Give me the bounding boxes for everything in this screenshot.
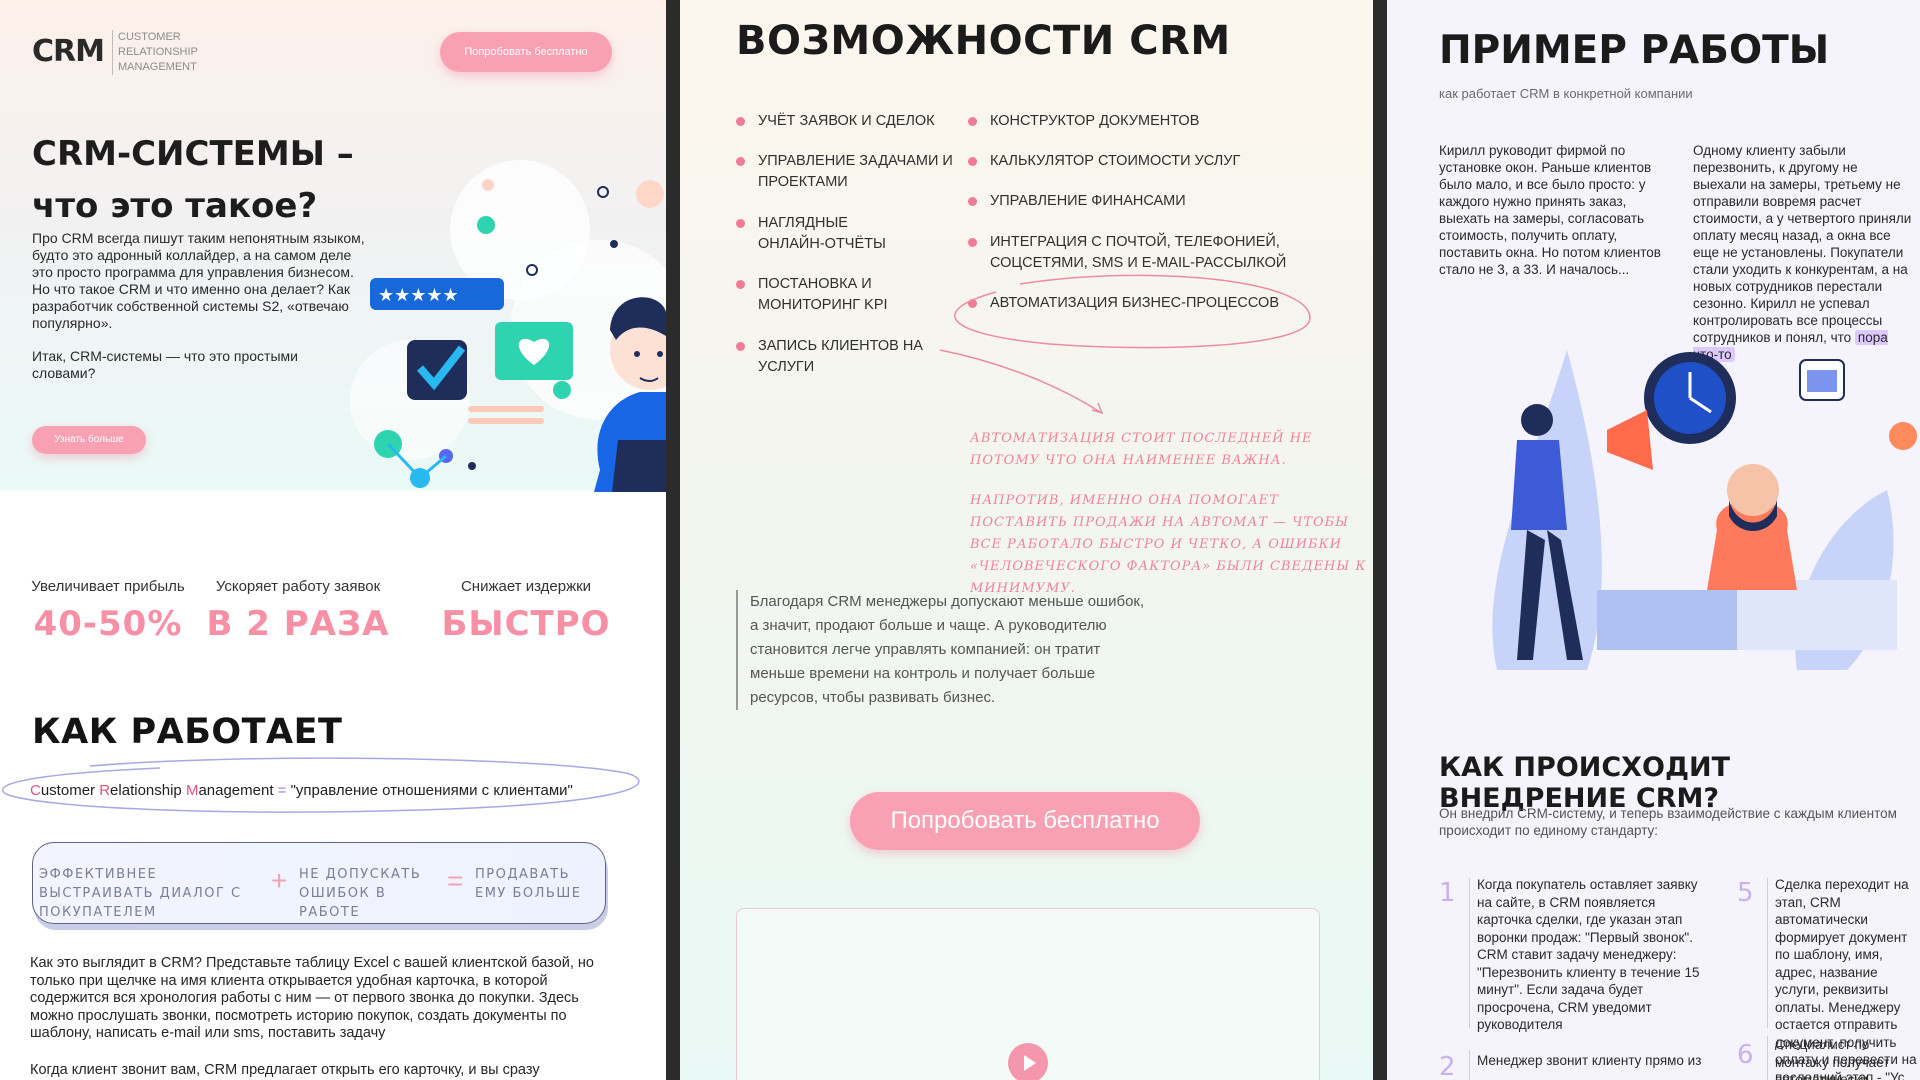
- example-subtitle: как работает CRM в конкретной компании: [1439, 86, 1693, 101]
- stat-label-costs: Снижает издержки: [460, 578, 592, 595]
- step-text: Менеджер звонит клиенту прямо из: [1477, 1053, 1702, 1068]
- crm-word-management: anagement: [198, 782, 274, 799]
- megaphone-icon: [1607, 410, 1653, 470]
- how-it-works-title: КАК РАБОТАЕТ: [32, 712, 343, 752]
- feature-item: ИНТЕГРАЦИЯ С ПОЧТОЙ, ТЕЛЕФОНИЕЙ, СОЦСЕТЯ…: [968, 232, 1290, 274]
- feature-item: УПРАВЛЕНИЕ ЗАДАЧАМИ И ПРОЕКТАМИ: [736, 151, 958, 193]
- stat-value-profit: 40-50%: [33, 604, 183, 644]
- example-title: ПРИМЕР РАБОТЫ: [1439, 28, 1830, 73]
- case-problems-body: Одному клиенту забыли перезвонить, к дру…: [1693, 143, 1912, 345]
- step-divider: [1767, 878, 1768, 1028]
- step-number: 2: [1439, 1052, 1456, 1080]
- dot-icon: [636, 180, 664, 208]
- formula-plus: +: [271, 865, 288, 896]
- hero-intro-text-2: Итак, CRM-системы — что это простыми сло…: [32, 348, 298, 381]
- try-free-button[interactable]: Попробовать бесплатно: [850, 792, 1200, 850]
- case-problems-text: Одному клиенту забыли перезвонить, к дру…: [1693, 142, 1913, 363]
- formula-item-no-errors: НЕ ДОПУСКАТЬ ОШИБОК В РАБОТЕ: [299, 867, 422, 920]
- crm-explanation-text: Как это выглядит в CRM? Представьте табл…: [30, 955, 594, 1041]
- crm-explanation-text-2: Когда клиент звонит вам, CRM предлагает …: [30, 1062, 540, 1078]
- feature-item: ЗАПИСЬ КЛИЕНТОВ НА УСЛУГИ: [736, 336, 923, 378]
- stars-icon: ★★★★★: [378, 285, 459, 306]
- crm-letter-c: C: [30, 782, 41, 799]
- feature-item: НАГЛЯДНЫЕ ОНЛАЙН-ОТЧЁТЫ: [736, 213, 918, 255]
- case-story-text: Кирилл руководит фирмой по установке око…: [1439, 143, 1661, 277]
- step-divider: [1767, 1036, 1768, 1080]
- logo-subtitle: CUSTOMER RELATIONSHIP MANAGEMENT: [112, 30, 212, 75]
- crm-letter-m: M: [185, 782, 199, 799]
- step-text: Когда покупатель оставляет заявку на сай…: [1477, 877, 1700, 1032]
- step-divider: [1469, 1050, 1470, 1080]
- step-number: 5: [1737, 878, 1754, 908]
- hero-title-line1: CRM-СИСТЕМЫ –: [32, 134, 354, 174]
- panel-crm-features: ВОЗМОЖНОСТИ CRM УЧЁТ ЗАЯВОК И СДЕЛОК УПР…: [680, 0, 1373, 1080]
- dot-icon: [482, 179, 494, 191]
- handwritten-note-1: Автоматизация стоит последней не потому …: [970, 431, 1313, 468]
- crm-meaning: "управление отношениями с клиентами": [290, 782, 573, 799]
- header-try-free-button[interactable]: Попробовать бесплатно: [440, 32, 612, 72]
- stat-label-profit: Увеличивает прибыль: [31, 578, 185, 595]
- crm-word-relationship: elationship: [110, 782, 186, 799]
- hero-illustration: ★★★★★: [350, 160, 666, 492]
- feature-item: ПОСТАНОВКА И МОНИТОРИНГ KPI: [736, 274, 908, 316]
- feature-item: КАЛЬКУЛЯТОР СТОИМОСТИ УСЛУГ: [968, 151, 1290, 172]
- feature-item: УЧЁТ ЗАЯВОК И СДЕЛОК: [736, 111, 978, 132]
- hand-drawn-circle-arrow: [939, 274, 1311, 415]
- hero-intro-text: Про CRM всегда пишут таким непонятным яз…: [32, 230, 365, 331]
- stat-value-speed: В 2 РАЗА: [206, 604, 390, 644]
- hero-title-line2: что это такое?: [32, 186, 318, 226]
- lightbulb-icon: [1889, 422, 1917, 450]
- feature-item: КОНСТРУКТОР ДОКУМЕНТОВ: [968, 111, 1290, 132]
- handwritten-note-2: Напротив, именно она помогает поставить …: [970, 493, 1367, 596]
- step-divider: [1469, 878, 1470, 1028]
- panel-crm-intro: CRM CUSTOMER RELATIONSHIP MANAGEMENT Поп…: [0, 0, 666, 1080]
- stat-value-costs: БЫСТРО: [441, 604, 611, 644]
- dot-icon: [610, 240, 618, 248]
- dot-icon: [477, 216, 495, 234]
- feature-item: УПРАВЛЕНИЕ ФИНАНСАМИ: [968, 191, 1290, 212]
- learn-more-button[interactable]: Узнать больше: [32, 426, 146, 454]
- ring-icon: [597, 186, 609, 198]
- step-number: 6: [1737, 1040, 1754, 1070]
- logo[interactable]: CRM: [32, 34, 105, 69]
- crm-equals: =: [273, 782, 291, 799]
- panel-crm-example: ПРИМЕР РАБОТЫ как работает CRM в конкрет…: [1387, 0, 1920, 1080]
- hero-title: CRM-СИСТЕМЫ – что это такое?: [32, 128, 392, 232]
- implementation-subtitle: Он внедрил CRM-систему, и теперь взаимод…: [1439, 806, 1897, 838]
- crm-definition: Customer Relationship Management = "упра…: [30, 782, 573, 799]
- step-number: 1: [1439, 878, 1456, 908]
- step-text: Специалист по монтажу получает автоматич…: [1775, 1037, 1890, 1080]
- formula-item-dialog: ЭФФЕКТИВНЕЕ ВЫСТРАИВАТЬ ДИАЛОГ С ПОКУПАТ…: [39, 867, 242, 920]
- stat-label-speed: Ускоряет работу заявок: [215, 578, 381, 595]
- features-title: ВОЗМОЖНОСТИ CRM: [736, 18, 1231, 64]
- benefit-quote: Благодаря CRM менеджеры допускают меньше…: [736, 590, 1156, 710]
- formula-equals: =: [447, 865, 464, 896]
- play-icon[interactable]: [1008, 1043, 1048, 1080]
- overwhelmed-manager-illustration: [1492, 350, 1917, 670]
- crm-word-customer: ustomer: [40, 782, 100, 799]
- formula-item-sell-more: ПРОДАВАТЬ ЕМУ БОЛЬШЕ: [475, 867, 582, 901]
- crm-formula-box: ЭФФЕКТИВНЕЕ ВЫСТРАИВАТЬ ДИАЛОГ С ПОКУПАТ…: [32, 842, 606, 924]
- crm-letter-r: R: [99, 782, 111, 799]
